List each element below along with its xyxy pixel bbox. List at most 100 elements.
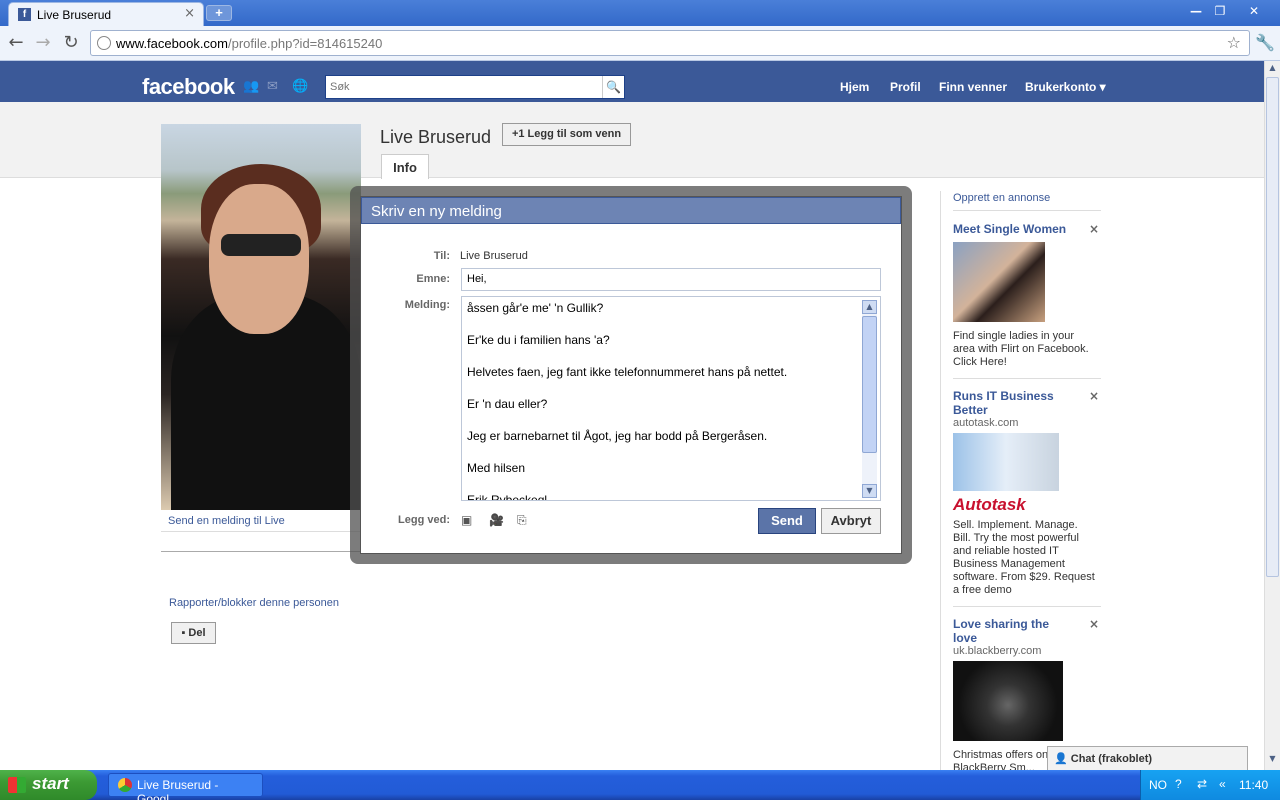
search-box[interactable]: 🔍 [325,75,625,99]
chat-bar[interactable]: 👤 Chat (frakoblet) [1047,746,1248,770]
share-icon: ▪ [181,627,186,639]
message-line: Helvetes faen, jeg fant ikke telefonnumm… [467,365,788,379]
add-friend-button[interactable]: +1 Legg til som venn [502,123,631,146]
start-button[interactable]: start [0,770,97,800]
to-value: Live Bruserud [460,250,528,262]
divider [953,606,1101,607]
send-button[interactable]: Send [758,508,816,534]
ad-title[interactable]: Love sharing the love [953,617,1073,645]
network-icon[interactable]: ⇄ [1197,777,1207,791]
divider [953,378,1101,379]
profile-name: Live Bruserud [380,127,492,147]
scroll-thumb[interactable] [862,316,877,453]
ad-text: Sell. Implement. Manage. Bill. Try the m… [953,519,1095,596]
message-text: åssen går'e me' 'n Gullik? Er'ke du i fa… [467,300,857,500]
reload-icon[interactable]: ↻ [60,31,82,55]
cancel-button[interactable]: Avbryt [821,508,881,534]
create-ad-link[interactable]: Opprett en annonse [953,192,1100,204]
close-ad-icon[interactable]: × [1089,617,1099,631]
clock: 11:40 [1239,778,1269,792]
report-block-link[interactable]: Rapporter/blokker denne personen [169,597,339,609]
message-line: åssen går'e me' 'n Gullik? [467,301,604,315]
ad-image[interactable] [953,242,1045,322]
close-ad-icon[interactable]: × [1089,222,1099,236]
message-line [467,444,857,460]
search-input[interactable] [330,79,600,95]
chrome-icon [118,778,132,792]
notifications-globe-icon[interactable]: 🌐 [292,79,308,94]
nav-find-friends[interactable]: Finn venner [939,80,1007,94]
taskbar-item-label: Live Bruserud - Googl... [137,778,219,806]
message-line: Med hilsen [467,461,526,475]
chat-label: Chat (frakoblet) [1070,753,1153,765]
attach-photo-icon[interactable]: ▣ [461,513,477,527]
search-icon[interactable]: 🔍 [602,76,624,98]
attach-link-icon[interactable]: ⎘ [517,513,533,527]
ad-title[interactable]: Runs IT Business Better [953,389,1073,417]
system-tray: NO ? ⇄ « 11:40 [1140,770,1280,800]
scroll-down-icon[interactable]: ▼ [862,484,877,498]
nav-home[interactable]: Hjem [840,80,869,94]
facebook-logo[interactable]: facebook [142,74,235,100]
new-tab-button[interactable]: + [206,5,232,21]
ad-image[interactable] [953,433,1059,491]
scroll-up-icon[interactable]: ▲ [862,300,877,314]
globe-icon [97,36,111,50]
ad-domain: uk.blackberry.com [953,645,1042,657]
close-window-button[interactable]: ✕ [1242,2,1266,20]
share-label: Del [188,627,206,639]
profile-photo[interactable] [161,124,361,510]
divider [953,210,1101,211]
scroll-up-icon[interactable]: ▲ [1266,63,1279,77]
friend-requests-icon[interactable]: 👥 [243,79,259,94]
close-tab-icon[interactable]: × [184,6,195,21]
message-line [467,316,857,332]
wrench-icon[interactable]: 🔧 [1255,33,1275,52]
restore-button[interactable]: ❐ [1208,2,1232,20]
url-text: www.facebook.com/profile.php?id=81461524… [116,36,383,51]
tab-title: Live Bruserud [37,8,112,22]
divider [161,531,361,532]
subject-field[interactable]: Hei, [461,268,881,291]
scroll-thumb[interactable] [1266,77,1279,577]
message-line: Jeg er barnebarnet til Ågot, jeg har bod… [467,429,768,443]
attach-video-icon[interactable]: 🎥 [489,513,505,527]
tab-info[interactable]: Info [381,154,429,179]
dialog-title: Skriv en ny melding [361,197,901,224]
help-icon[interactable]: ? [1175,777,1182,791]
send-message-link[interactable]: Send en melding til Live [168,515,285,527]
browser-tab[interactable]: f Live Bruserud × [8,2,204,26]
forward-icon[interactable]: → [32,31,54,55]
messages-icon[interactable]: ✉ [267,79,283,94]
start-label: start [32,774,69,793]
bookmark-star-icon[interactable]: ☆ [1227,33,1241,52]
message-line [467,412,857,428]
ad-domain: autotask.com [953,417,1019,429]
nav-profile[interactable]: Profil [890,80,921,94]
message-textarea[interactable]: åssen går'e me' 'n Gullik? Er'ke du i fa… [461,296,881,501]
attach-label: Legg ved: [398,514,450,526]
address-bar[interactable]: www.facebook.com/profile.php?id=81461524… [90,30,1250,56]
divider [161,551,361,552]
message-line: Er'ke du i familien hans 'a? [467,333,610,347]
page-scrollbar[interactable]: ▲ ▼ [1264,61,1280,770]
share-button[interactable]: ▪ Del [171,622,216,644]
volume-icon[interactable]: « [1219,777,1226,791]
to-label: Til: [433,250,450,262]
taskbar-item-chrome[interactable]: Live Bruserud - Googl... [108,773,263,806]
nav-account[interactable]: Brukerkonto ▾ [1025,80,1106,94]
close-ad-icon[interactable]: × [1089,389,1099,403]
back-icon[interactable]: ← [5,31,27,55]
scroll-down-icon[interactable]: ▼ [1266,754,1279,768]
windows-logo-icon [8,777,26,793]
chat-person-icon: 👤 [1054,753,1068,765]
message-line [467,380,857,396]
minimize-button[interactable]: — [1184,2,1208,20]
ad-title[interactable]: Meet Single Women [953,222,1100,236]
message-line: Er 'n dau eller? [467,397,548,411]
ad-image[interactable] [953,661,1063,741]
message-scrollbar[interactable]: ▲ ▼ [862,300,877,498]
language-indicator[interactable]: NO [1149,778,1167,792]
subject-label: Emne: [416,273,450,285]
message-line [467,348,857,364]
